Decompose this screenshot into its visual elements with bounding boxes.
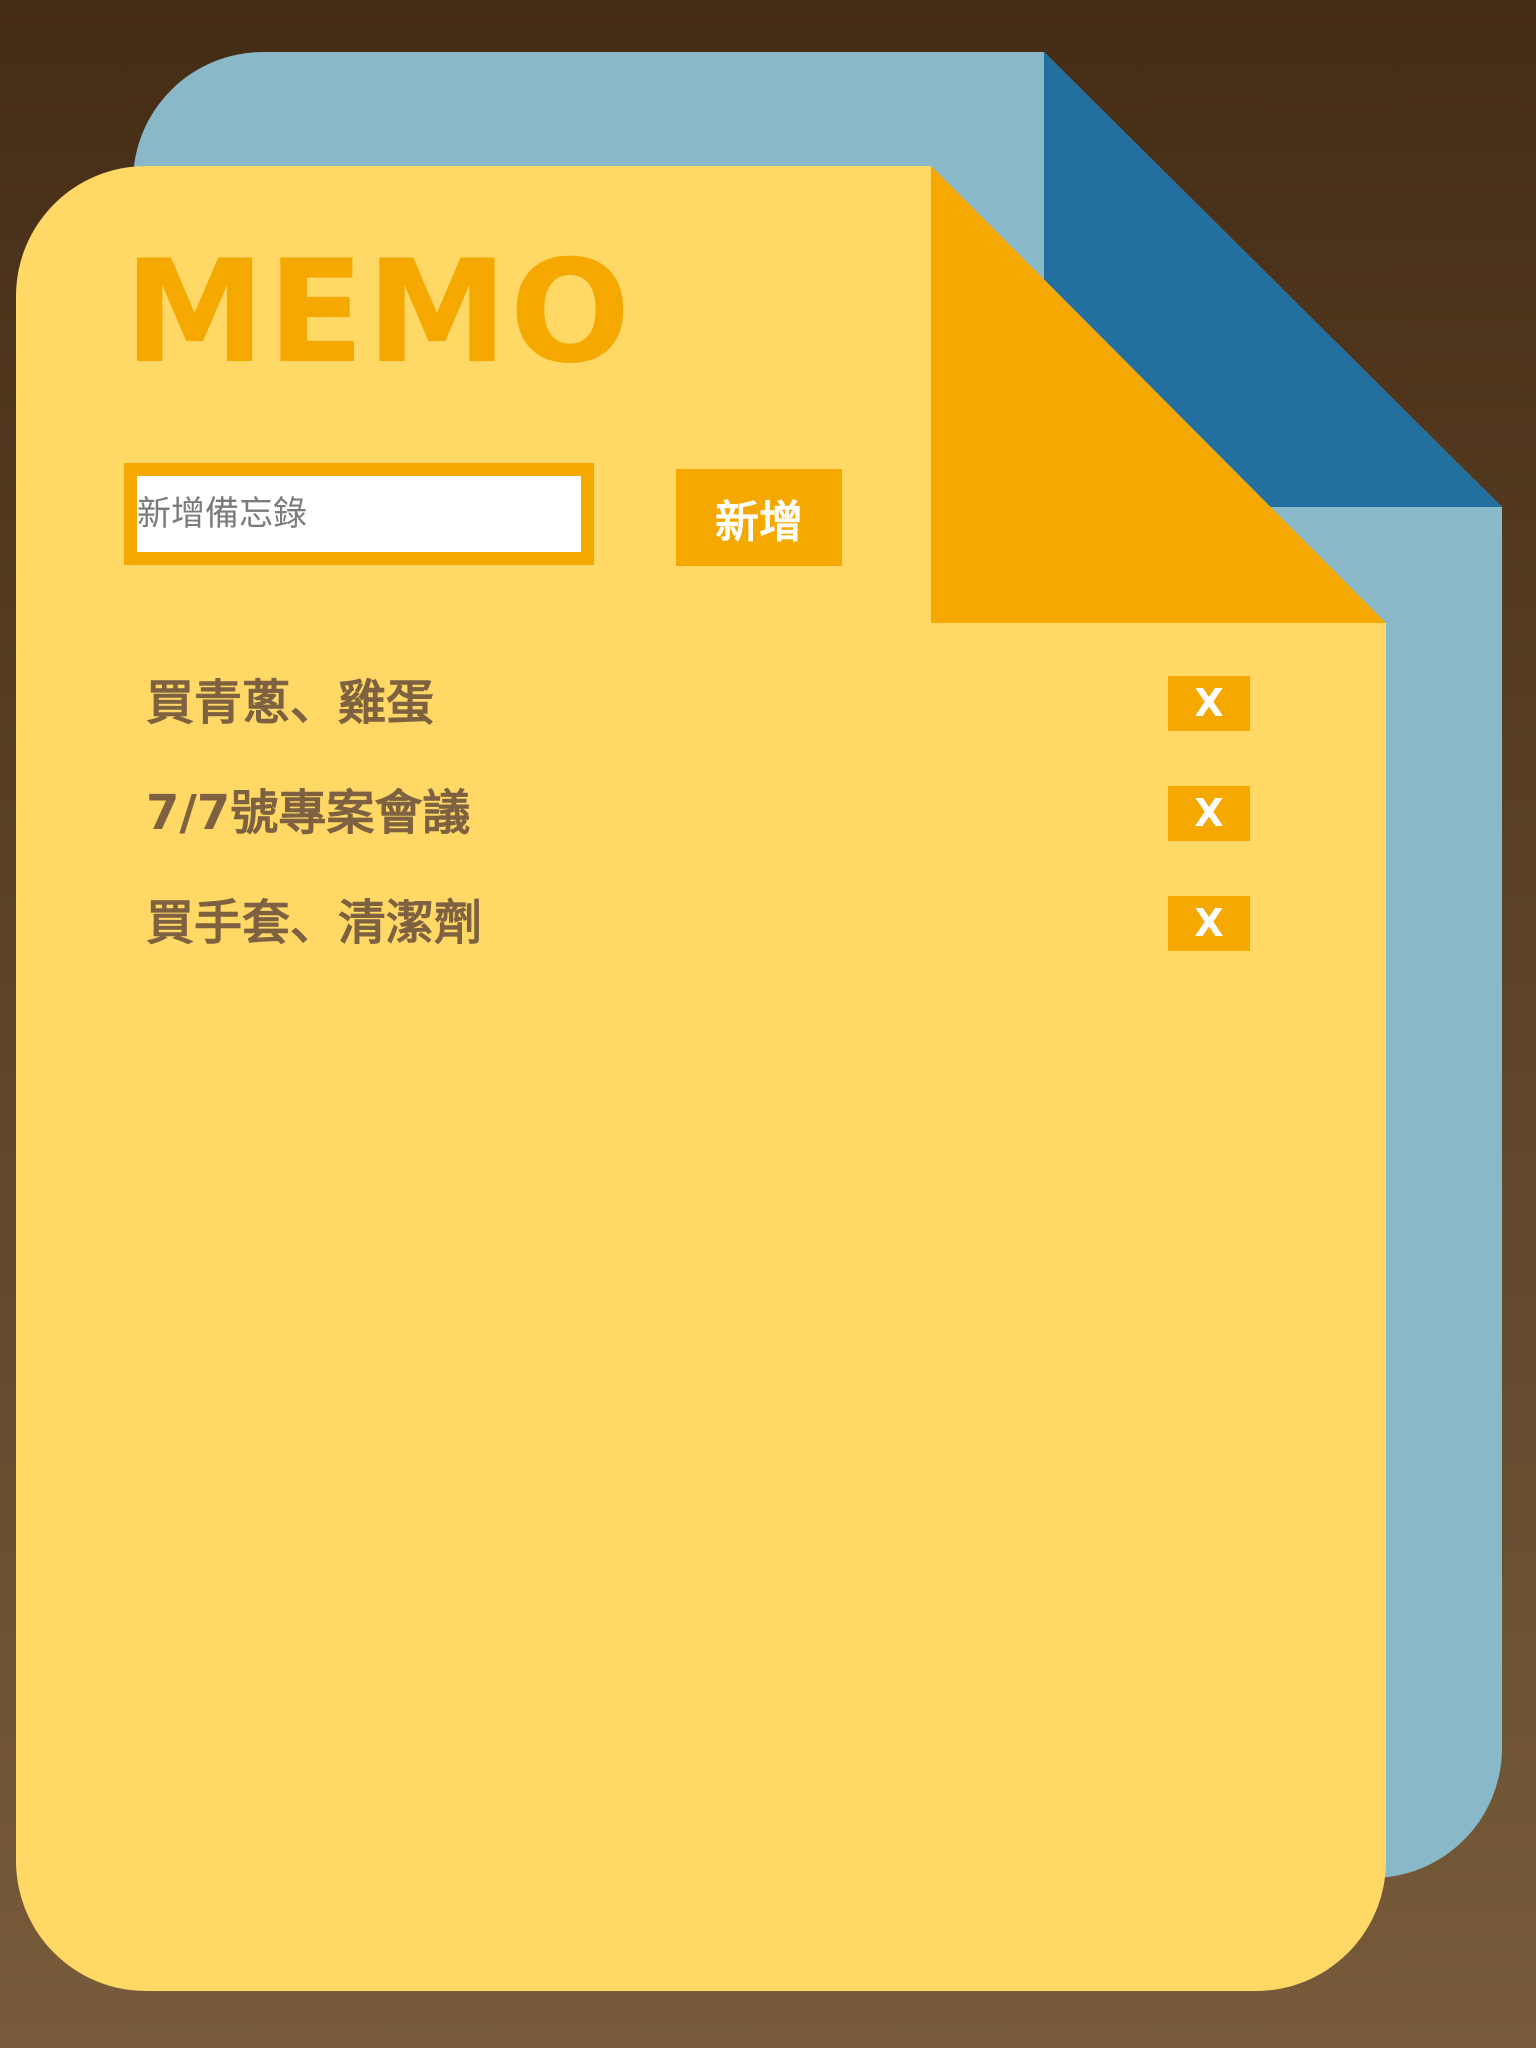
memo-item: 買手套、清潔劑 X	[146, 893, 1252, 1003]
memo-item: 買青蔥、雞蛋 X	[146, 673, 1252, 783]
memo-item-text: 買青蔥、雞蛋	[146, 675, 435, 731]
memo-title: MEMO	[124, 230, 633, 395]
memo-item-text: 7/7號專案會議	[146, 785, 471, 841]
memo-item-text: 買手套、清潔劑	[146, 895, 483, 951]
memo-list: 買青蔥、雞蛋 X 7/7號專案會議 X 買手套、清潔劑 X	[146, 673, 1252, 1003]
delete-memo-button[interactable]: X	[1168, 676, 1250, 731]
memo-item: 7/7號專案會議 X	[146, 783, 1252, 893]
delete-memo-button[interactable]: X	[1168, 896, 1250, 951]
new-memo-input[interactable]	[124, 463, 594, 565]
add-memo-button[interactable]: 新增	[676, 469, 842, 566]
delete-memo-button[interactable]: X	[1168, 786, 1250, 841]
